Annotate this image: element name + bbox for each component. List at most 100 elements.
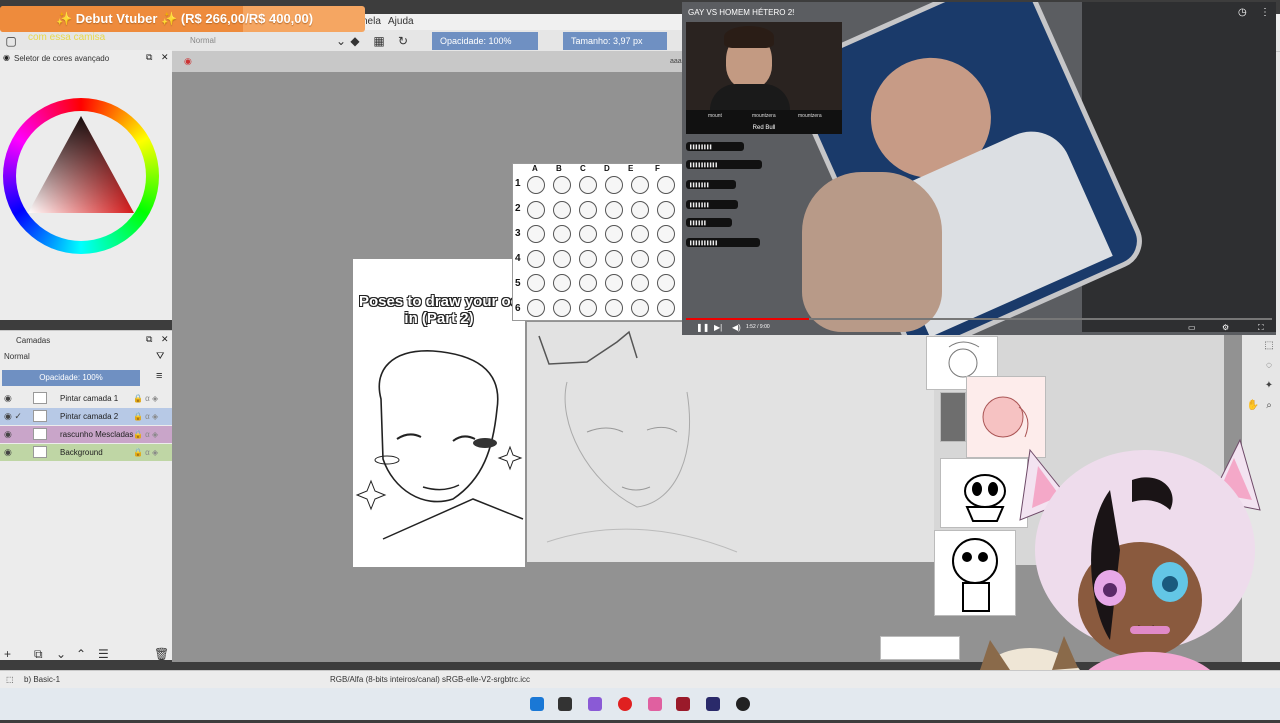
opacity-slider[interactable]: Opacidade: 100%	[432, 32, 538, 50]
webcam-socials-bar: mount mountzera mountzera	[686, 110, 842, 122]
windows-start-icon[interactable]	[530, 697, 544, 711]
emote-cell	[605, 274, 623, 292]
status-bar: ⬚ b) Basic-1 RGB/Alfa (8-bits inteiros/c…	[0, 670, 1280, 688]
grid-row-label: 6	[515, 303, 521, 314]
grid-col-label: B	[556, 164, 562, 173]
pause-icon[interactable]: ❚❚	[696, 320, 709, 335]
video-overlay[interactable]: GAY VS HOMEM HÉTERO 2! ◷ ⋮ mount mountze…	[682, 2, 1276, 335]
clock-icon[interactable]: ◷	[1238, 7, 1247, 18]
panel-icon: ◉	[3, 53, 10, 62]
krita-icon: ◉	[184, 56, 192, 66]
more-icon[interactable]: ⋮	[1260, 7, 1270, 18]
add-layer-icon[interactable]: +	[4, 647, 11, 661]
chevron-down-icon[interactable]: ⌄	[56, 647, 66, 661]
new-document-icon[interactable]: ▢	[4, 34, 18, 48]
lasso-icon[interactable]: ◌	[1262, 360, 1276, 374]
layer-lock-icon[interactable]: 🔒 α ◈	[133, 444, 158, 461]
taskbar-app-icon[interactable]	[736, 697, 750, 711]
menu-item-ajuda[interactable]: Ajuda	[388, 16, 414, 27]
emote-cell	[579, 249, 597, 268]
video-time: 1:52 / 9:00	[746, 324, 770, 330]
size-slider[interactable]: Tamanho: 3,97 px	[563, 32, 667, 50]
layer-row-selected[interactable]: ◉ ✓ Pintar camada 2 🔒 α ◈	[0, 408, 172, 425]
emote-cell	[527, 176, 545, 194]
taskbar-app-icon[interactable]	[676, 697, 690, 711]
chat-message: ▌▌▌▌▌▌▌▌▌▌	[686, 238, 760, 247]
brush-preset[interactable]: b) Basic-1	[24, 671, 60, 688]
layer-blend-mode[interactable]: Normal	[4, 352, 30, 361]
emote-cell	[553, 225, 571, 243]
chevron-up-icon[interactable]: ⌃	[76, 647, 86, 661]
taskbar	[0, 688, 1280, 720]
settings-icon[interactable]: ⚙	[1222, 320, 1229, 335]
emote-cell	[579, 200, 597, 219]
layer-lock-icon[interactable]: 🔒 α ◈	[133, 390, 158, 407]
emote-cell	[553, 176, 571, 194]
volume-icon[interactable]: ◀)	[732, 320, 741, 335]
blend-mode-select[interactable]: Normal	[190, 36, 216, 45]
eye-icon[interactable]: ◉	[4, 444, 12, 461]
taskbar-app-icon[interactable]	[558, 697, 572, 711]
eye-icon[interactable]: ◉	[4, 390, 12, 407]
eye-icon[interactable]: ◉ ✓	[4, 408, 22, 425]
color-triangle[interactable]	[16, 111, 146, 241]
close-icon[interactable]: ✕	[161, 334, 169, 345]
float-panel-icon[interactable]: ⧉	[146, 52, 152, 63]
social-handle: mount	[708, 113, 722, 119]
grid-col-label: F	[655, 164, 660, 173]
eye-icon[interactable]: ◉	[4, 426, 12, 443]
next-icon[interactable]: ▶|	[714, 320, 722, 335]
emote-cell	[527, 274, 545, 292]
close-icon[interactable]: ✕	[161, 52, 169, 63]
layer-lock-icon[interactable]: 🔒 α ◈	[133, 408, 158, 425]
layers-panel-title: Camadas	[16, 336, 51, 345]
emote-cell	[527, 249, 545, 268]
emote-cell	[527, 298, 545, 317]
taskbar-app-icon[interactable]	[588, 697, 602, 711]
fullscreen-icon[interactable]: ⛶	[1258, 320, 1264, 335]
emote-cell	[631, 249, 649, 268]
trash-icon[interactable]: 🗑	[154, 647, 169, 661]
select-tool-icon[interactable]: ⬚	[1262, 340, 1276, 354]
grid-row-label: 1	[515, 178, 521, 189]
emote-cell	[657, 200, 675, 219]
emote-cell	[605, 225, 623, 243]
chat-message: ▌▌▌▌▌▌	[686, 218, 732, 227]
pan-hand-icon[interactable]: ✋	[1246, 400, 1260, 414]
layers-panel: Camadas ⧉ ✕ Normal ⛛ Opacidade: 100% ≡ ◉…	[0, 330, 172, 662]
emote-cell	[657, 249, 675, 268]
video-title: GAY VS HOMEM HÉTERO 2!	[688, 8, 795, 17]
eraser-icon[interactable]: ◆	[348, 34, 362, 48]
subtitles-icon[interactable]: ▭	[1188, 320, 1196, 335]
filter-icon[interactable]: ⛛	[156, 351, 164, 362]
menu-icon[interactable]: ≡	[156, 370, 162, 382]
grid-col-label: C	[580, 164, 586, 173]
alpha-lock-icon[interactable]: ▦	[372, 34, 386, 48]
emote-cell	[605, 176, 623, 194]
color-wheel[interactable]	[3, 98, 159, 254]
chevron-down-icon[interactable]: ⌄	[334, 34, 348, 48]
brush-icon[interactable]: ⬚	[6, 671, 14, 688]
emote-cell	[631, 200, 649, 219]
document-tab[interactable]: aaa	[670, 58, 682, 65]
reset-icon[interactable]: ↻	[396, 34, 410, 48]
layer-thumbnail	[33, 446, 47, 458]
layer-row[interactable]: ◉ Background 🔒 α ◈	[0, 444, 172, 461]
layer-properties-icon[interactable]: ☰	[98, 647, 109, 661]
float-panel-icon[interactable]: ⧉	[146, 334, 152, 345]
taskbar-app-icon[interactable]	[648, 697, 662, 711]
magic-wand-icon[interactable]: ✦	[1262, 380, 1276, 394]
layer-opacity-slider[interactable]: Opacidade: 100%	[2, 370, 140, 386]
duplicate-layer-icon[interactable]: ⧉	[34, 647, 43, 662]
layer-row[interactable]: ◉ Pintar camada 1 🔒 α ◈	[0, 390, 172, 407]
grid-row-label: 2	[515, 203, 521, 214]
layer-lock-icon[interactable]: 🔒 α ◈	[133, 426, 158, 443]
layer-row[interactable]: ◉ rascunho Mescladas 🔒 α ◈	[0, 426, 172, 443]
taskbar-app-icon[interactable]	[706, 697, 720, 711]
opera-icon[interactable]	[618, 697, 632, 711]
emote-cell	[553, 249, 571, 268]
layer-thumbnail	[33, 428, 47, 440]
zoom-icon[interactable]: ⌕	[1262, 400, 1276, 414]
emote-cell	[553, 274, 571, 292]
donation-goal-banner: ✨ Debut Vtuber ✨ (R$ 266,00/R$ 400,00)	[0, 6, 365, 32]
